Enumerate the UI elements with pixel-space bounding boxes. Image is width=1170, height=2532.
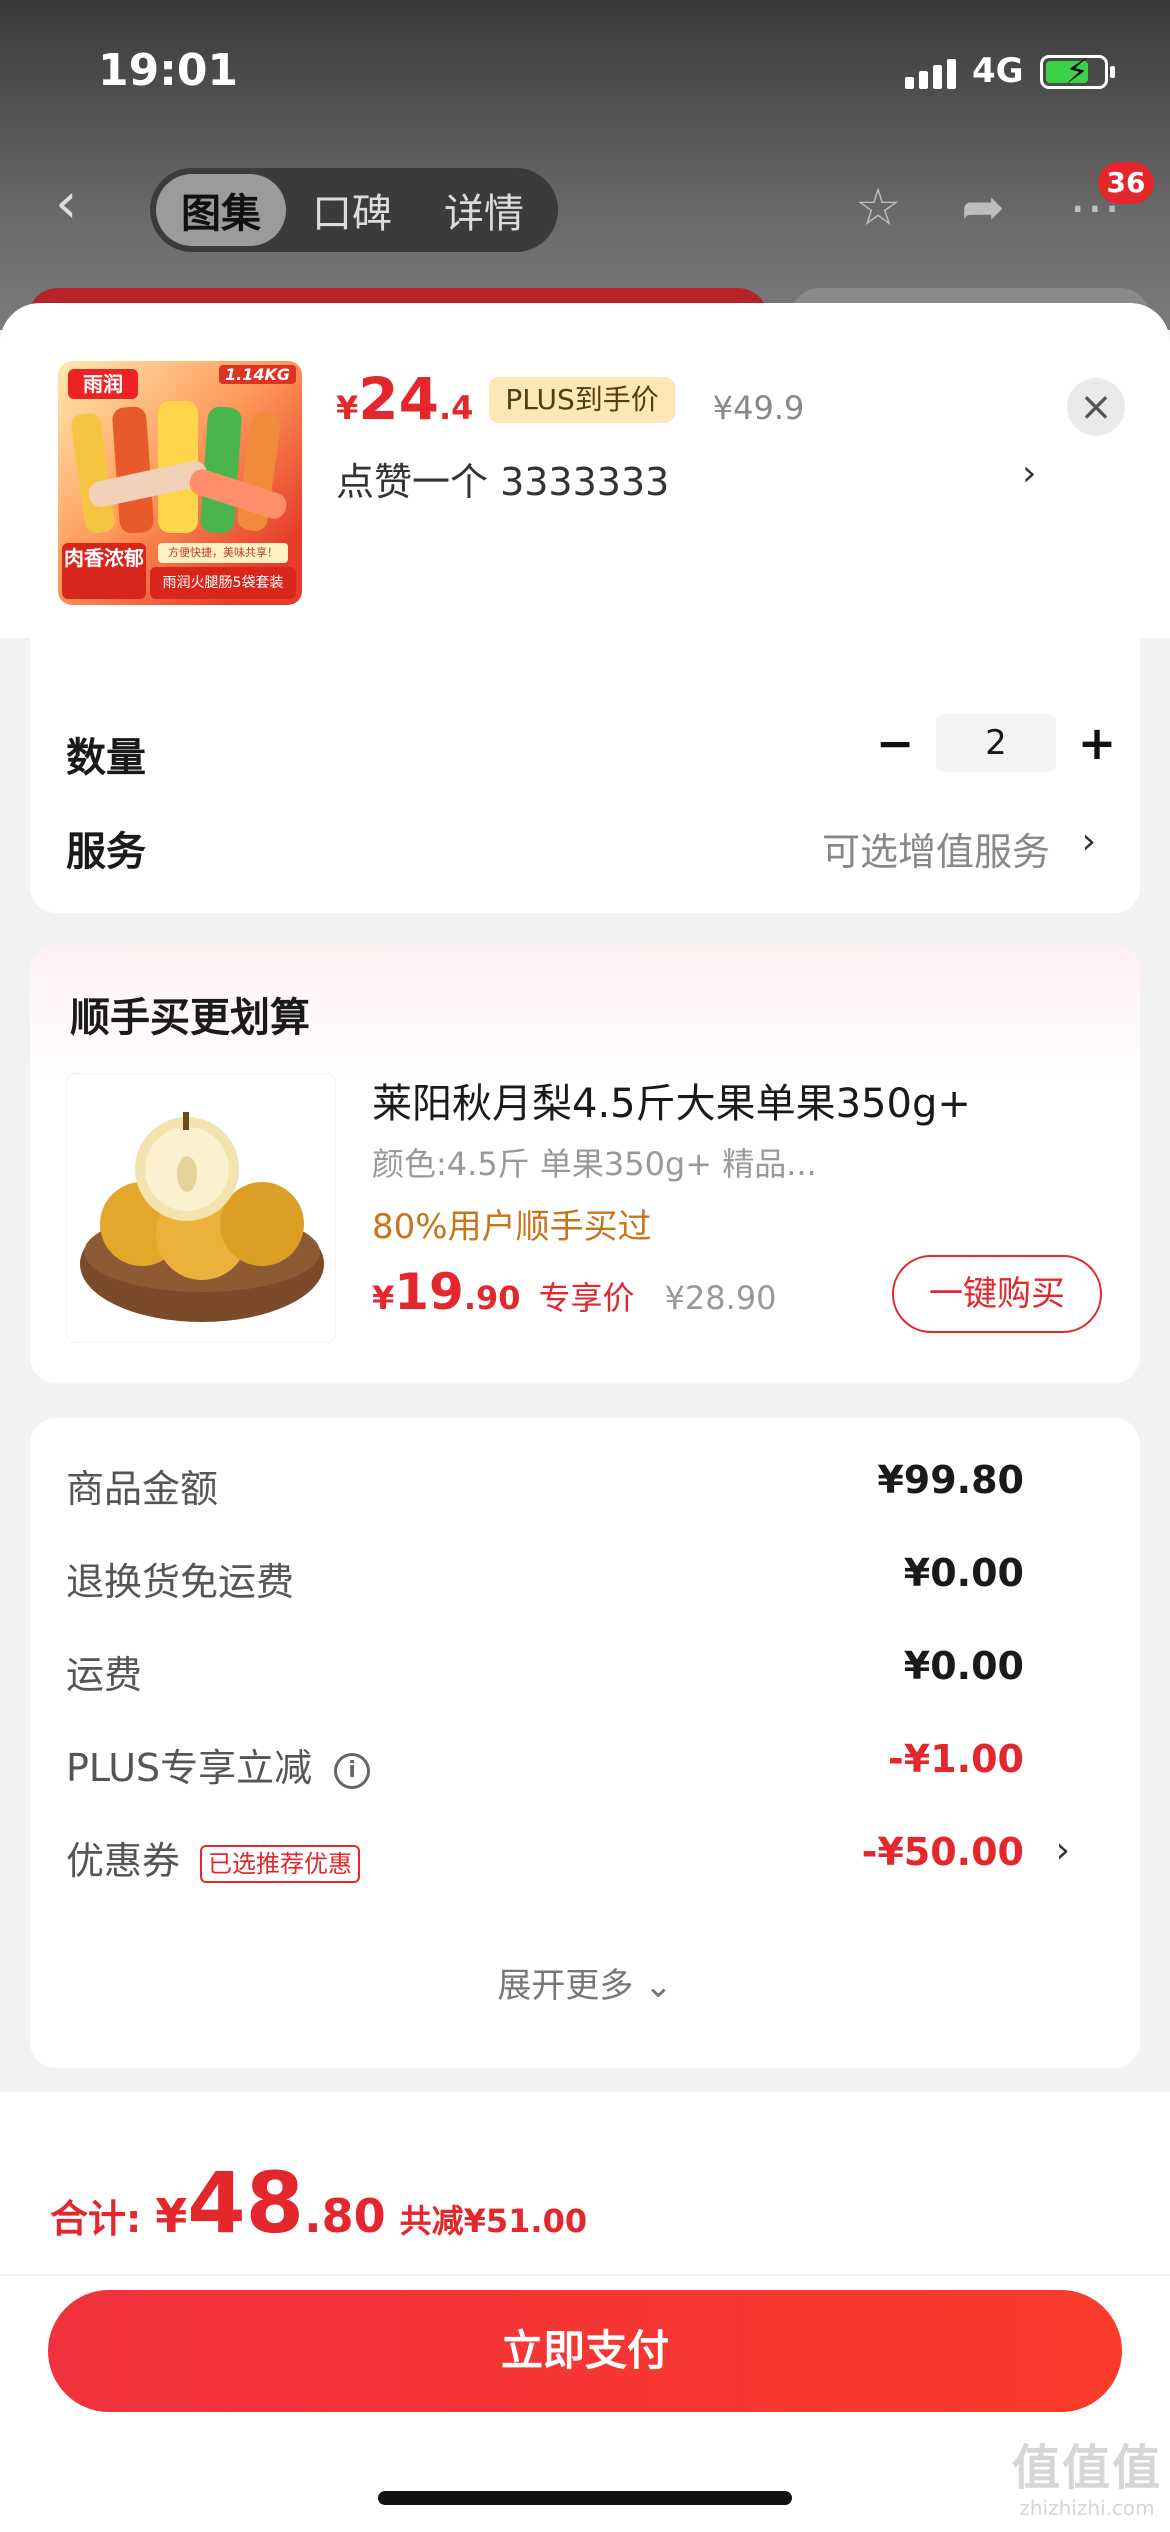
quantity-plus-button[interactable]: + (1068, 716, 1126, 770)
cart-badge: 36 (1098, 162, 1154, 204)
quantity-input[interactable]: 2 (936, 714, 1056, 772)
total-savings: 共减¥51.00 (399, 2202, 588, 2240)
network-type: 4G (972, 51, 1024, 91)
product-price: ¥ 24 .4 PLUS到手价 ¥49.9 (336, 365, 805, 433)
quantity-label: 数量 (66, 735, 146, 781)
summary-row-plus-discount: PLUS专享立减 i -¥1.00 (66, 1737, 1024, 1790)
info-icon[interactable]: i (334, 1752, 371, 1789)
addon-product-spec: 颜色:4.5斤 单果350g+ 精品... (372, 1145, 817, 1183)
pear-product-image[interactable] (66, 1073, 336, 1343)
addon-title: 顺手买更划算 (70, 995, 310, 1041)
order-total: 合计: ¥ 48 .80 共减¥51.00 (50, 2154, 588, 2252)
home-indicator[interactable] (378, 2491, 792, 2505)
addon-product-name[interactable]: 莱阳秋月梨4.5斤大果单果350g+ (372, 1071, 971, 1129)
tab-gallery[interactable]: 图集 (156, 174, 286, 246)
tab-reviews[interactable]: 口碑 (286, 174, 418, 246)
flavor-tag: 肉香浓郁 (62, 543, 146, 599)
one-click-buy-button[interactable]: 一键购买 (892, 1255, 1102, 1333)
brand-logo: 雨润 (68, 369, 138, 399)
addon-hint: 80%用户顺手买过 (372, 1207, 652, 1247)
divider (0, 2274, 1170, 2276)
slogan-tag: 方便快捷，美味共享！ (158, 543, 288, 563)
expand-more-button[interactable]: 展开更多 ⌄ (30, 1958, 1140, 2007)
summary-row-coupon[interactable]: 优惠券 已选推荐优惠 -¥50.00 › (66, 1830, 1106, 1890)
chevron-right-icon[interactable]: › (1056, 1830, 1070, 1871)
exclusive-price-label: 专享价 (538, 1279, 635, 1317)
back-icon[interactable]: ‹ (55, 176, 95, 232)
top-nav: ‹ 图集 口碑 详情 ☆ ➦ ⋯ (0, 160, 1170, 252)
sheet-header: 雨润 1.14KG 方便快捷，美味共享！ 肉香浓郁 雨润火腿肠5袋套装 ¥ 24… (0, 303, 1170, 638)
summary-row-shipping: 运费 ¥0.00 (66, 1644, 1024, 1697)
weight-label: 1.14KG (218, 365, 296, 384)
star-icon[interactable]: ☆ (848, 178, 908, 238)
set-tag: 雨润火腿肠5袋套装 (150, 567, 296, 599)
product-thumbnail[interactable]: 雨润 1.14KG 方便快捷，美味共享！ 肉香浓郁 雨润火腿肠5袋套装 (58, 361, 302, 605)
pay-now-button[interactable]: 立即支付 (48, 2290, 1122, 2412)
share-icon[interactable]: ➦ (953, 178, 1013, 238)
coupon-recommended-tag: 已选推荐优惠 (200, 1844, 361, 1883)
status-bar: 19:01 4G ⚡ (0, 45, 1170, 105)
status-time: 19:01 (98, 45, 239, 96)
options-card: 数量 − 2 + 服务 可选增值服务 › (30, 603, 1140, 913)
addon-price: ¥ 19 .90 专享价 ¥28.90 (372, 1263, 777, 1321)
signal-icon (905, 59, 956, 89)
summary-row-return-shipping: 退换货免运费 ¥0.00 (66, 1551, 1024, 1604)
price-summary-card: 商品金额 ¥99.80 退换货免运费 ¥0.00 运费 ¥0.00 PLUS专享… (30, 1418, 1140, 2068)
selected-spec[interactable]: 点赞一个 3333333 (336, 451, 669, 506)
addon-original-price: ¥28.90 (664, 1279, 777, 1317)
chevron-right-icon[interactable]: › (1082, 821, 1096, 862)
addon-card: 顺手买更划算 莱阳秋月梨4.5斤大果单果350g+ 颜色:4.5斤 单果350g… (30, 943, 1140, 1383)
plus-price-tag: PLUS到手价 (489, 377, 675, 423)
tab-switcher: 图集 口碑 详情 (150, 168, 558, 252)
chevron-right-icon[interactable]: › (1022, 453, 1036, 494)
summary-row-subtotal: 商品金额 ¥99.80 (66, 1458, 1024, 1511)
original-price: ¥49.9 (712, 389, 805, 427)
tab-details[interactable]: 详情 (418, 174, 550, 246)
watermark: 值值值 zhizhizhi.com (1012, 2440, 1163, 2520)
checkout-footer: 合计: ¥ 48 .80 共减¥51.00 立即支付 (0, 2092, 1170, 2532)
quantity-stepper: − 2 + (866, 713, 1126, 773)
quantity-minus-button[interactable]: − (866, 716, 924, 770)
service-value[interactable]: 可选增值服务 (822, 821, 1050, 876)
battery-icon: ⚡ (1040, 52, 1115, 92)
service-label: 服务 (66, 829, 146, 875)
close-icon[interactable]: × (1067, 378, 1125, 436)
